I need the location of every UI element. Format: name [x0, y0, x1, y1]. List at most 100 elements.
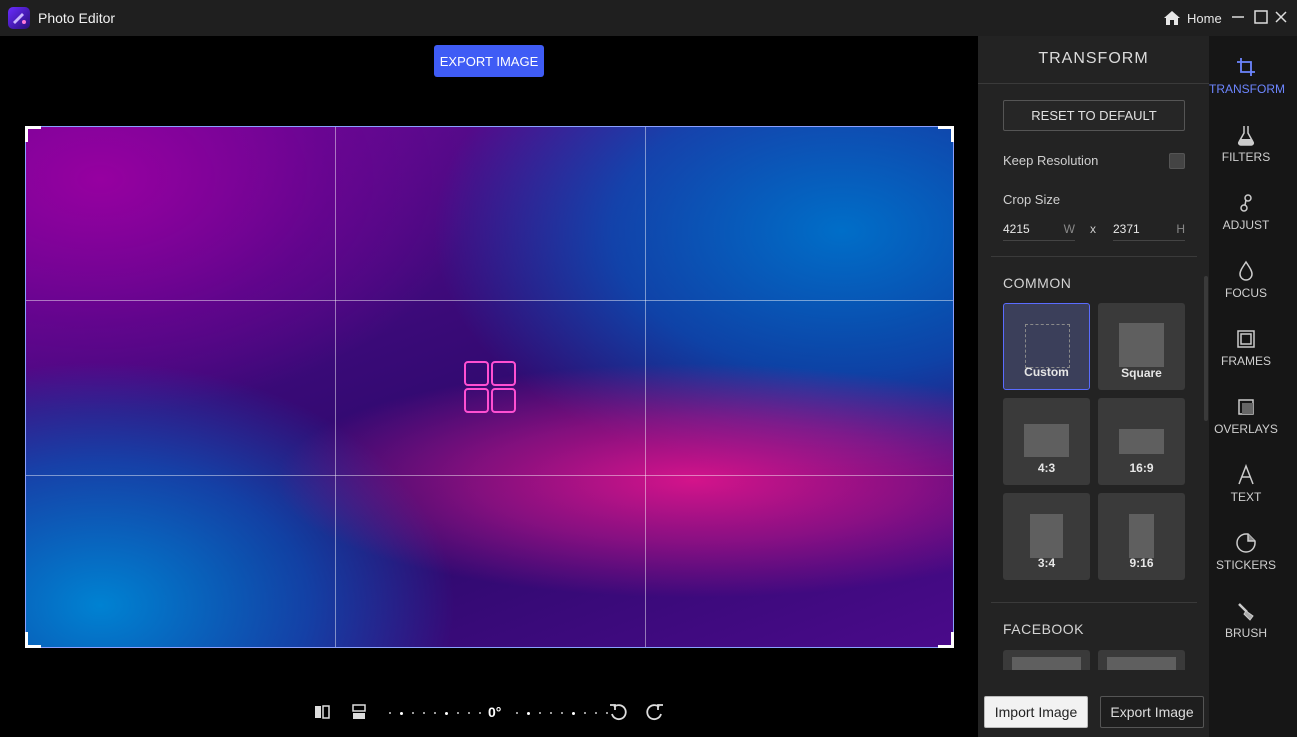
rail-item-frames[interactable]: FRAMES [1209, 328, 1283, 388]
preset-label: Custom [1024, 365, 1069, 379]
crop-width-field[interactable]: 4215 W [1003, 217, 1075, 241]
rail-label: TRANSFORM [1209, 82, 1285, 96]
sliders-icon [1240, 194, 1252, 212]
common-section-title: COMMON [1003, 275, 1072, 291]
minimize-button[interactable] [1230, 9, 1246, 25]
preset-label: Square [1121, 366, 1162, 380]
preset-shape [1107, 657, 1176, 670]
crop-height-value: 2371 [1113, 222, 1140, 236]
frame-icon [1237, 330, 1255, 348]
title-bar: Photo Editor Home [0, 0, 1297, 36]
keep-resolution-checkbox[interactable] [1169, 153, 1185, 169]
rail-item-focus[interactable]: FOCUS [1209, 260, 1283, 320]
keep-resolution-label: Keep Resolution [1003, 153, 1099, 168]
facebook-section-title: FACEBOOK [1003, 621, 1085, 637]
rail-item-stickers[interactable]: STICKERS [1209, 532, 1283, 592]
tool-rail: TRANSFORM FILTERS ADJUST FOCUS FRAMES OV… [1209, 36, 1297, 737]
flask-icon [1237, 126, 1255, 146]
rail-item-adjust[interactable]: ADJUST [1209, 192, 1283, 252]
close-icon [1275, 11, 1287, 23]
flip-horizontal-icon[interactable] [312, 702, 332, 722]
preset-facebook-1[interactable] [1003, 650, 1090, 670]
transform-panel: TRANSFORM RESET TO DEFAULT Keep Resoluti… [978, 36, 1209, 737]
preset-shape [1030, 514, 1063, 558]
crop-size-separator: x [1090, 222, 1096, 236]
preset-label: 9:16 [1129, 556, 1154, 570]
close-button[interactable] [1273, 9, 1289, 25]
preset-square[interactable]: Square [1098, 303, 1185, 390]
crop-width-value: 4215 [1003, 222, 1030, 236]
minimize-icon [1232, 16, 1244, 18]
rail-label: STICKERS [1215, 558, 1276, 572]
grid-line-horizontal [26, 475, 953, 476]
export-image-top-button[interactable]: EXPORT IMAGE [434, 45, 544, 77]
rail-label: FILTERS [1221, 150, 1271, 164]
preset-9-16[interactable]: 9:16 [1098, 493, 1185, 580]
divider [991, 256, 1197, 257]
preset-facebook-2[interactable] [1098, 650, 1185, 670]
grid-line-vertical [335, 127, 336, 647]
preset-16-9[interactable]: 16:9 [1098, 398, 1185, 485]
rail-label: BRUSH [1224, 626, 1267, 640]
sticker-icon [1236, 533, 1256, 553]
preset-shape [1119, 323, 1164, 367]
canvas-area: EXPORT IMAGE 0° [0, 36, 978, 737]
maximize-button[interactable] [1253, 9, 1269, 25]
rotate-left-icon[interactable] [608, 702, 628, 722]
crop-width-unit: W [1063, 222, 1075, 236]
rail-label: FOCUS [1225, 286, 1267, 300]
rail-item-overlays[interactable]: OVERLAYS [1209, 396, 1283, 456]
preset-4-3[interactable]: 4:3 [1003, 398, 1090, 485]
rotation-slider-left[interactable] [389, 711, 481, 715]
preset-label: 4:3 [1037, 461, 1056, 475]
preset-custom[interactable]: Custom [1003, 303, 1090, 390]
rail-label: TEXT [1230, 490, 1262, 504]
overlay-icon [1238, 399, 1254, 415]
grid-line-vertical [645, 127, 646, 647]
preset-shape [1129, 514, 1154, 558]
preset-3-4[interactable]: 3:4 [1003, 493, 1090, 580]
app-logo-icon [8, 7, 30, 29]
preset-shape [1025, 324, 1070, 368]
import-image-button[interactable]: Import Image [984, 696, 1088, 728]
preset-label: 16:9 [1129, 461, 1154, 475]
crop-height-unit: H [1176, 222, 1185, 236]
maximize-icon [1254, 10, 1268, 24]
app-title: Photo Editor [38, 10, 116, 26]
rotation-toolbar: 0° [0, 696, 978, 728]
flip-vertical-icon[interactable] [349, 702, 369, 722]
rail-label: FRAMES [1220, 354, 1271, 368]
export-image-button[interactable]: Export Image [1100, 696, 1204, 728]
preset-shape [1024, 424, 1069, 457]
preset-shape [1012, 657, 1081, 670]
brush-icon [1238, 603, 1254, 621]
crop-height-field[interactable]: 2371 H [1113, 217, 1185, 241]
panel-scrollbar[interactable] [1204, 276, 1208, 421]
rail-item-text[interactable]: TEXT [1209, 464, 1283, 524]
drop-icon [1239, 260, 1253, 281]
rail-item-filters[interactable]: FILTERS [1209, 124, 1283, 184]
divider [991, 602, 1197, 603]
divider [978, 83, 1209, 84]
crop-handle-top-right[interactable] [938, 126, 954, 142]
crop-image[interactable] [25, 126, 954, 648]
home-icon [1164, 11, 1180, 25]
windows-logo-icon [464, 361, 516, 413]
home-label: Home [1187, 10, 1222, 26]
crop-handle-top-left[interactable] [25, 126, 41, 142]
rail-item-transform[interactable]: TRANSFORM [1209, 56, 1285, 116]
rail-label: OVERLAYS [1214, 422, 1278, 436]
rotate-right-icon[interactable] [645, 702, 665, 722]
rail-item-brush[interactable]: BRUSH [1209, 600, 1283, 660]
grid-line-horizontal [26, 300, 953, 301]
rail-label: ADJUST [1222, 218, 1270, 232]
crop-handle-bottom-left[interactable] [25, 632, 41, 648]
rotation-slider-right[interactable] [516, 711, 608, 715]
reset-to-default-button[interactable]: RESET TO DEFAULT [1003, 100, 1185, 131]
preset-label: 3:4 [1037, 556, 1056, 570]
rotation-angle: 0° [488, 704, 502, 720]
crop-size-label: Crop Size [1003, 192, 1061, 207]
crop-handle-bottom-right[interactable] [938, 632, 954, 648]
home-button[interactable]: Home [1163, 8, 1222, 28]
preset-shape [1119, 429, 1164, 454]
